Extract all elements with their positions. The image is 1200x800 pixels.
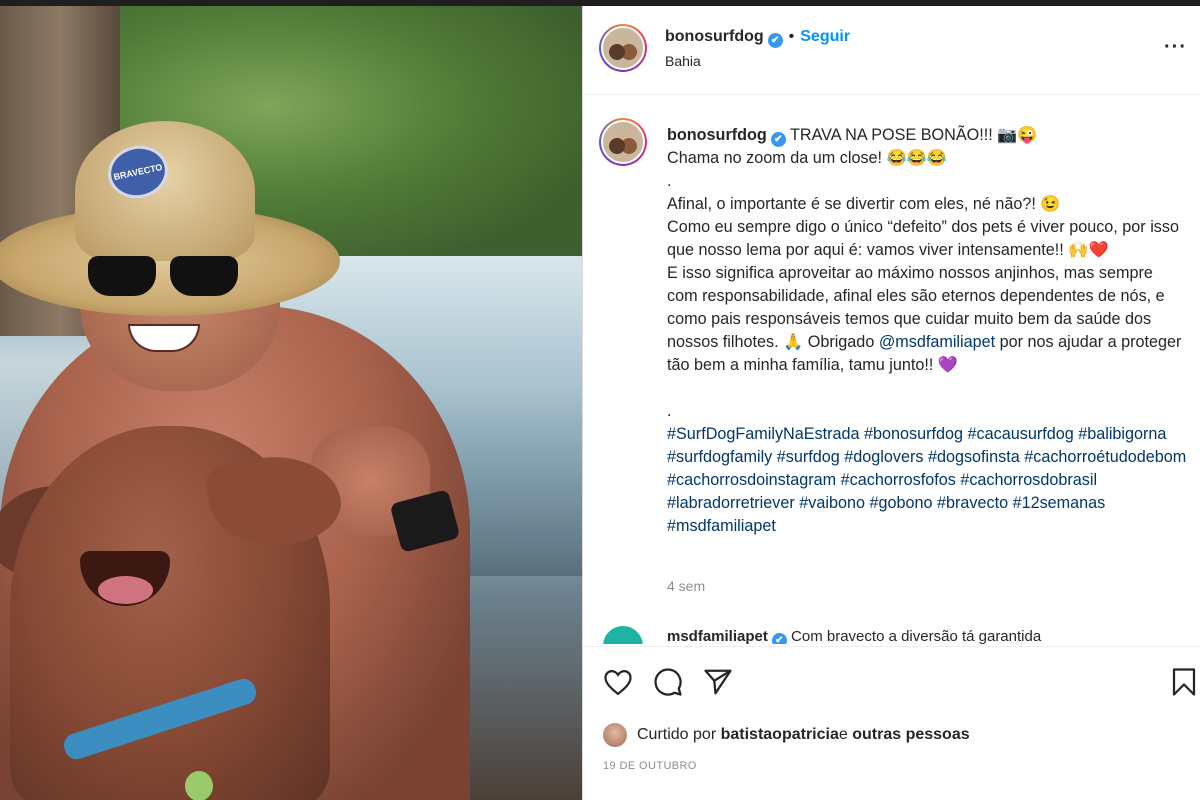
- photo-hat-crown: [75, 121, 255, 261]
- post-time-ago[interactable]: 4 sem: [667, 578, 705, 594]
- photo-dog-tongue: [98, 576, 153, 604]
- photo-dog-tag: [185, 771, 213, 800]
- comment-icon[interactable]: [651, 665, 685, 699]
- comments-area[interactable]: bonosurfdog ✔ TRAVA NA POSE BONÃO!!! 📷😜 C…: [583, 96, 1200, 644]
- post-location[interactable]: Bahia: [665, 53, 701, 69]
- action-bar: Curtido por batistaopatricia e outras pe…: [583, 646, 1200, 800]
- caption-line-5: Como eu sempre digo o único “defeito” do…: [667, 218, 1179, 259]
- author-username[interactable]: bonosurfdog: [665, 28, 764, 45]
- post-photo[interactable]: BRAVECTO: [0, 6, 582, 800]
- photo-sunglasses: [88, 256, 238, 296]
- comment-text: Com bravecto a diversão tá garantida: [786, 628, 1042, 644]
- bookmark-icon[interactable]: [1167, 665, 1200, 699]
- liker-avatar[interactable]: [603, 723, 627, 747]
- follow-button[interactable]: Seguir: [800, 28, 850, 45]
- verified-badge-icon: ✔: [771, 633, 787, 644]
- caption-line-2: Chama no zoom da um close! 😂😂😂: [667, 149, 948, 167]
- post-caption: bonosurfdog ✔ TRAVA NA POSE BONÃO!!! 📷😜 C…: [667, 124, 1187, 538]
- mention-link[interactable]: @msdfamiliapet: [879, 333, 995, 351]
- separator-dot: •: [788, 28, 795, 45]
- comment-username[interactable]: msdfamiliapet: [667, 628, 768, 644]
- share-icon[interactable]: [701, 665, 735, 699]
- author-line: bonosurfdog ✔ • Seguir: [665, 28, 850, 48]
- caption-author-avatar[interactable]: [599, 118, 647, 166]
- comment-avatar[interactable]: [603, 626, 643, 644]
- post-side-panel: bonosurfdog ✔ • Seguir Bahia ··· bonosurfdo…: [582, 6, 1200, 800]
- liked-by: Curtido por batistaopatricia e outras pe…: [603, 723, 970, 747]
- post-date[interactable]: 19 DE OUTUBRO: [603, 760, 697, 772]
- post-header: bonosurfdog ✔ • Seguir Bahia ···: [583, 6, 1200, 95]
- author-avatar[interactable]: [599, 24, 647, 72]
- caption-line-3: .: [667, 172, 672, 190]
- liked-by-prefix: Curtido por: [637, 726, 717, 743]
- caption-line-4: Afinal, o importante é se divertir com e…: [667, 195, 1061, 213]
- hashtags[interactable]: #SurfDogFamilyNaEstrada #bonosurfdog #ca…: [667, 423, 1187, 538]
- caption-username[interactable]: bonosurfdog: [667, 126, 767, 144]
- liked-by-others[interactable]: outras pessoas: [852, 726, 969, 744]
- liked-by-user[interactable]: batistaopatricia: [721, 726, 839, 744]
- liked-by-conj: e: [838, 726, 848, 743]
- heart-icon[interactable]: [601, 665, 635, 699]
- more-options-icon[interactable]: ···: [1164, 36, 1187, 59]
- caption-line-1: TRAVA NA POSE BONÃO!!! 📷😜: [785, 126, 1038, 144]
- verified-badge-icon: ✔: [770, 132, 786, 147]
- caption-spacer: .: [667, 402, 672, 420]
- verified-badge-icon: ✔: [767, 33, 783, 48]
